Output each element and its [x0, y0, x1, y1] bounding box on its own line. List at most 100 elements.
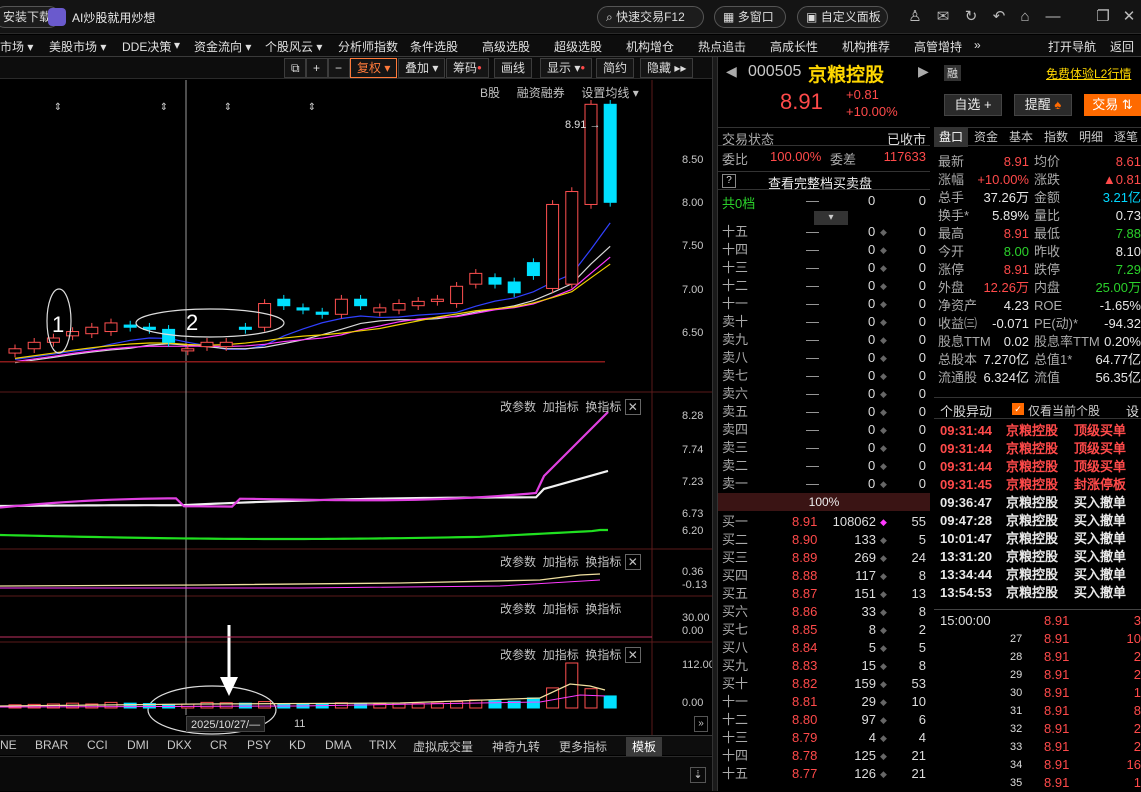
ask-row[interactable]: 卖十 — 0 ◆ 0 — [718, 313, 930, 331]
close-icon[interactable]: ✕ — [624, 647, 641, 663]
bid-row[interactable]: 买十 8.82 159 ◆ 53 — [718, 675, 930, 693]
display-button[interactable]: 显示 ▾● — [540, 58, 593, 78]
event-row[interactable]: 09:47:28 京粮控股 买入撤单 — [934, 512, 1141, 530]
tab-ma-settings[interactable]: 设置均线 — [581, 86, 629, 100]
edit-params-button[interactable]: 改参数 — [500, 602, 536, 616]
custom-panel-button[interactable]: ▣ 自定义面板 — [797, 6, 888, 28]
bid-row[interactable]: 买六 8.86 33 ◆ 8 — [718, 603, 930, 621]
zoom-out-icon[interactable]: − — [328, 58, 350, 78]
tab-indicator[interactable]: CR — [210, 738, 227, 752]
tab-indicator[interactable]: KD — [289, 738, 306, 752]
tab-index[interactable]: 指数 — [1039, 128, 1073, 147]
tab-indicator[interactable]: NE — [0, 738, 17, 752]
event-row[interactable]: 13:34:44 京粮控股 买入撤单 — [934, 566, 1141, 584]
event-row[interactable]: 09:36:47 京粮控股 买入撤单 — [934, 494, 1141, 512]
menu-capital-flow[interactable]: 资金流向 ▾ — [194, 38, 251, 55]
tab-indicator[interactable]: 虚拟成交量 — [413, 738, 473, 755]
tab-bshare[interactable]: B股 — [480, 86, 500, 100]
switch-indicator-button[interactable]: 换指标 — [585, 648, 621, 662]
bid-row[interactable]: 买七 8.85 8 ◆ 2 — [718, 621, 930, 639]
ask-row[interactable]: 卖二 — 0 ◆ 0 — [718, 457, 930, 475]
ask-row[interactable]: 十一 — 0 ◆ 0 — [718, 295, 930, 313]
menu-dde-dropdown[interactable]: ▾ — [174, 38, 180, 52]
menu-inst-rec[interactable]: 机构推荐 — [842, 38, 890, 55]
bid-row[interactable]: 买一 8.91 108062 ◆ 55 — [718, 513, 930, 531]
event-row[interactable]: 09:31:44 京粮控股 顶级买单 — [934, 422, 1141, 440]
bid-row[interactable]: 买四 8.88 117 ◆ 8 — [718, 567, 930, 585]
event-row[interactable]: 09:31:44 京粮控股 顶级买单 — [934, 440, 1141, 458]
tab-indicator[interactable]: CCI — [87, 738, 108, 752]
menu-advanced-pick[interactable]: 高级选股 — [482, 38, 530, 55]
events-settings[interactable]: 设 — [1126, 401, 1139, 420]
download-icon[interactable]: ⇣ — [690, 767, 706, 783]
tab-margin[interactable]: 融资融券 — [517, 86, 565, 100]
chips-button[interactable]: 筹码● — [446, 58, 489, 78]
ask-row[interactable]: 十三 — 0 ◆ 0 — [718, 259, 930, 277]
fuquan-button[interactable]: 复权 ▾ — [350, 58, 398, 78]
ask-row[interactable]: 卖八 — 0 ◆ 0 — [718, 349, 930, 367]
view-full-book-link[interactable]: 查看完整档买卖盘 — [768, 173, 872, 192]
switch-indicator-button[interactable]: 换指标 — [585, 602, 621, 616]
overlay-button[interactable]: 叠加 ▾ — [398, 58, 446, 78]
tab-indicator[interactable]: DKX — [167, 738, 192, 752]
menu-high-growth[interactable]: 高成长性 — [770, 38, 818, 55]
ask-row[interactable]: 十五 — 0 ◆ 0 — [718, 223, 930, 241]
view-full-book-row[interactable]: ? 查看完整档买卖盘 — [718, 171, 930, 192]
maximize-icon[interactable]: ❐ — [1094, 8, 1112, 26]
close-icon[interactable]: ✕ — [1120, 8, 1138, 26]
next-stock-icon[interactable]: ▶ — [918, 63, 929, 80]
bid-row[interactable]: 十二 8.80 97 ◆ 6 — [718, 711, 930, 729]
tab-indicator[interactable]: DMI — [127, 738, 149, 752]
add-indicator-button[interactable]: 加指标 — [543, 555, 579, 569]
lock-icon[interactable]: ⧉ — [284, 58, 306, 78]
menu-back[interactable]: 返回 — [1110, 38, 1134, 55]
menu-analyst-index[interactable]: 分析师指数 — [338, 38, 398, 55]
tab-indicator[interactable]: TRIX — [369, 738, 396, 752]
menu-exec-add[interactable]: 高管增持 — [914, 38, 962, 55]
event-row[interactable]: 10:01:47 京粮控股 买入撤单 — [934, 530, 1141, 548]
trade-button[interactable]: 交易 ⇅ — [1084, 94, 1141, 116]
close-icon[interactable]: ✕ — [624, 399, 641, 415]
tab-indicator[interactable]: 神奇九转 — [492, 738, 540, 755]
multi-window-button[interactable]: ▦ 多窗口 — [714, 6, 786, 28]
menu-stock-storm[interactable]: 个股风云 ▾ — [265, 38, 322, 55]
ask-row[interactable]: 十四 — 0 ◆ 0 — [718, 241, 930, 259]
checkbox-icon[interactable]: ✓ — [1012, 403, 1024, 415]
minimize-icon[interactable]: — — [1044, 8, 1062, 26]
bid-row[interactable]: 买九 8.83 15 ◆ 8 — [718, 657, 930, 675]
bid-row[interactable]: 十四 8.78 125 ◆ 21 — [718, 747, 930, 765]
switch-indicator-button[interactable]: 换指标 — [585, 400, 621, 414]
ask-row[interactable]: 卖三 — 0 ◆ 0 — [718, 439, 930, 457]
edit-params-button[interactable]: 改参数 — [500, 555, 536, 569]
tab-tick[interactable]: 逐笔 — [1109, 128, 1141, 147]
event-row[interactable]: 09:31:44 京粮控股 顶级买单 — [934, 458, 1141, 476]
switch-indicator-button[interactable]: 换指标 — [585, 555, 621, 569]
bid-row[interactable]: 买八 8.84 5 ◆ 5 — [718, 639, 930, 657]
bid-row[interactable]: 买二 8.90 133 ◆ 5 — [718, 531, 930, 549]
menu-condition-pick[interactable]: 条件选股 — [410, 38, 458, 55]
ai-slogan[interactable]: AI炒股就用炒想 — [72, 9, 155, 26]
ask-row[interactable]: 卖九 — 0 ◆ 0 — [718, 331, 930, 349]
drawline-button[interactable]: 画线 — [494, 58, 533, 78]
tab-handicap[interactable]: 盘口 — [934, 128, 968, 147]
l2-trial-link[interactable]: 免费体验L2行情 — [1046, 65, 1131, 82]
edit-params-button[interactable]: 改参数 — [500, 400, 536, 414]
user-icon[interactable]: ♙ — [906, 8, 924, 26]
ask-row[interactable]: 卖五 — 0 ◆ 0 — [718, 403, 930, 421]
bid-row[interactable]: 买五 8.87 151 ◆ 13 — [718, 585, 930, 603]
tab-basic[interactable]: 基本 — [1004, 128, 1038, 147]
undo-icon[interactable]: ↶ — [990, 8, 1008, 26]
bid-row[interactable]: 十一 8.81 29 ◆ 10 — [718, 693, 930, 711]
menu-hot-chase[interactable]: 热点追击 — [698, 38, 746, 55]
ask-row[interactable]: 卖四 — 0 ◆ 0 — [718, 421, 930, 439]
alert-button[interactable]: 提醒 ♠ — [1014, 94, 1072, 116]
tab-template[interactable]: 模板 — [626, 737, 663, 756]
ask-row[interactable]: 卖七 — 0 ◆ 0 — [718, 367, 930, 385]
bid-row[interactable]: 买三 8.89 269 ◆ 24 — [718, 549, 930, 567]
edit-params-button[interactable]: 改参数 — [500, 648, 536, 662]
menu-open-nav[interactable]: 打开导航 — [1048, 38, 1096, 55]
tab-indicator[interactable]: BRAR — [35, 738, 68, 752]
ask-row[interactable]: 卖六 — 0 ◆ 0 — [718, 385, 930, 403]
prev-stock-icon[interactable]: ◀ — [726, 63, 737, 80]
tab-indicator[interactable]: DMA — [325, 738, 352, 752]
